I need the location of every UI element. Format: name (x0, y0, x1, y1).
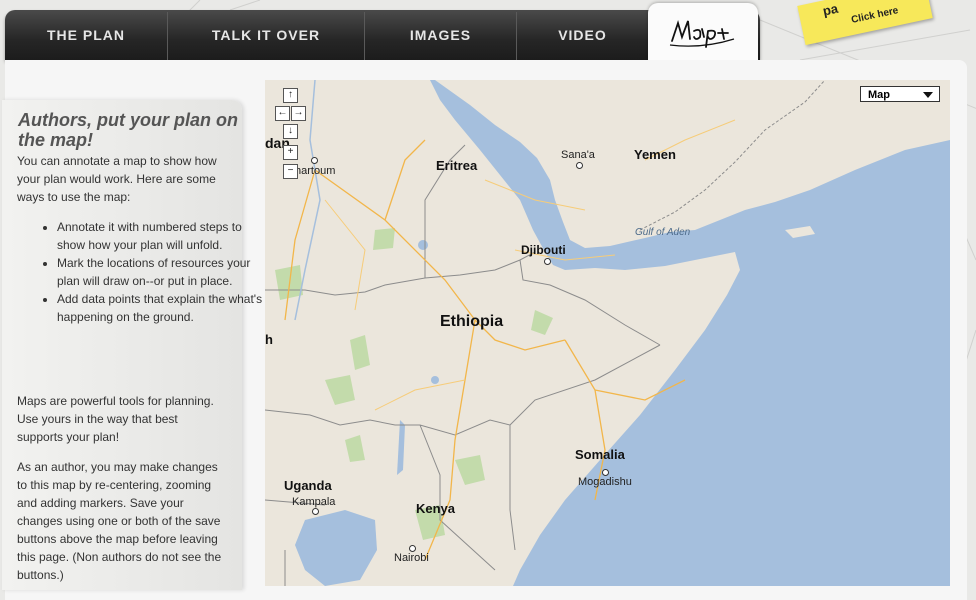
pan-right-button[interactable]: → (291, 106, 306, 121)
list-item: Mark the locations of resources your pla… (57, 254, 267, 290)
map-label-south-sudan: h (265, 332, 273, 347)
chevron-down-icon (923, 92, 933, 98)
map-label-kenya: Kenya (416, 501, 456, 516)
tab-the-plan[interactable]: THE PLAN (5, 10, 167, 60)
city-marker (576, 162, 583, 169)
sticky-text: pa (821, 0, 840, 19)
pan-left-button[interactable]: ← (275, 106, 290, 121)
map-label-khartoum: hartoum (295, 165, 336, 177)
city-marker (602, 469, 609, 476)
city-marker (312, 508, 319, 515)
sidebar-paragraph: As an author, you may make changes to th… (17, 460, 222, 582)
map-label-nairobi: Nairobi (394, 552, 429, 564)
map-label-kampala: Kampala (292, 496, 336, 508)
sidebar-paragraph: Maps are powerful tools for planning. Us… (17, 394, 214, 444)
map-label-uganda: Uganda (284, 478, 332, 493)
map-label-djibouti: Djibouti (521, 243, 566, 257)
map-handwritten-logo (669, 19, 735, 48)
map-label-yemen: Yemen (634, 147, 676, 162)
map-canvas[interactable]: Eritrea Yemen Sana'a Djibouti Gulf of Ad… (265, 80, 950, 586)
list-item: Add data points that explain the what's … (57, 290, 267, 326)
city-marker (311, 157, 318, 164)
map-label-ethiopia: Ethiopia (440, 313, 504, 330)
tab-video[interactable]: VIDEO (517, 10, 648, 60)
map-type-label: Map (868, 89, 890, 101)
list-item: Annotate it with numbered steps to show … (57, 218, 267, 254)
map-geography (265, 80, 950, 586)
sidebar-title: Authors, put your plan on the map! (18, 110, 238, 150)
sticky-click-here: Click here (850, 5, 900, 26)
pan-up-button[interactable]: ↑ (283, 88, 298, 103)
pan-down-button[interactable]: ↓ (283, 124, 298, 139)
sidebar-intro: You can annotate a map to show how your … (17, 154, 217, 204)
map-label-somalia: Somalia (575, 447, 625, 462)
map-label-eritrea: Eritrea (436, 158, 478, 173)
city-marker (544, 258, 551, 265)
zoom-in-button[interactable]: + (283, 145, 298, 160)
map-type-select[interactable]: Map (860, 86, 940, 102)
tab-talk-it-over[interactable]: TALK IT OVER (168, 10, 364, 60)
tab-images[interactable]: IMAGES (365, 10, 516, 60)
map-label-gulf-of-aden: Gulf of Aden (635, 227, 691, 238)
map-label-mogadishu: Mogadishu (578, 476, 632, 488)
tab-map[interactable] (648, 3, 758, 60)
city-marker (409, 545, 416, 552)
map-label-sanaa: Sana'a (561, 149, 595, 161)
zoom-out-button[interactable]: − (283, 164, 298, 179)
sidebar-bullet-list: Annotate it with numbered steps to show … (17, 218, 267, 326)
sidebar: Authors, put your plan on the map! You c… (2, 100, 262, 590)
